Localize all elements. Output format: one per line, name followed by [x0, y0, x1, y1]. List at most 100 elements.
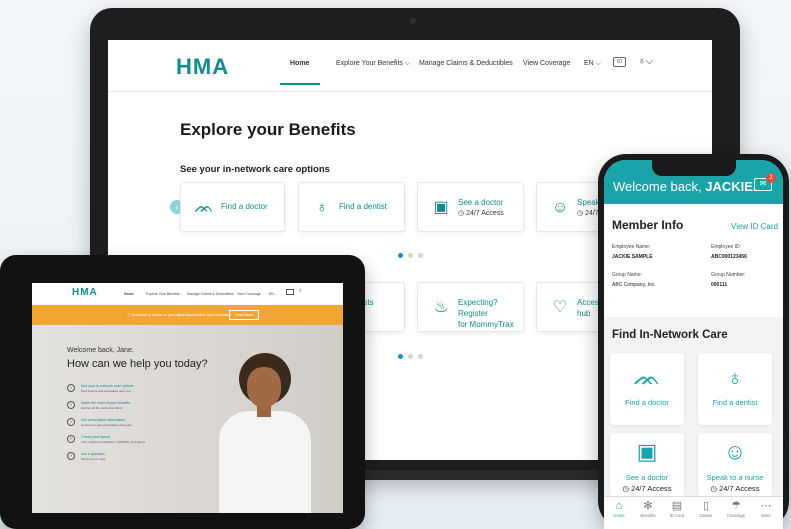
phone-welcome: Welcome back, JACKIE. [613, 179, 757, 194]
phone-card-find-dentist[interactable]: ♁ Find a dentist [698, 353, 772, 425]
clock-icon: ◷ [710, 484, 720, 493]
help-item-title: Get prescription information [81, 418, 126, 422]
nav-language[interactable]: EN ⌵ [269, 292, 278, 296]
card-label: See a doctor [625, 473, 669, 482]
document-icon: ▯ [702, 500, 710, 512]
card-label: Speak to a nurse [706, 473, 764, 482]
nav-view-coverage[interactable]: View Coverage [523, 60, 570, 67]
carousel-dot[interactable] [398, 253, 403, 258]
clock-icon: ◷ [458, 210, 467, 217]
card-mommytrax[interactable]: ♨ Expecting? Register for MommyTrax [417, 282, 524, 332]
help-item-title: Ask a question [81, 452, 105, 456]
section-title: See your in-network care options [180, 164, 330, 175]
tab-benefits[interactable]: ✻ Benefits [634, 500, 662, 518]
camera [410, 18, 416, 24]
tablet-frame: HMA Home Explore Your Benefits ⌵ Manage … [0, 255, 365, 529]
group-number-label: Group Number: [711, 272, 746, 278]
user-icon[interactable]: ♁⌵ [638, 56, 653, 67]
banner-text: ⓘ Download or access to your digital ide… [127, 313, 231, 318]
arrow-right-icon: › [67, 418, 75, 426]
card-label: Find a dentist [712, 398, 758, 407]
hero-person-image [207, 353, 317, 513]
benefits-icon: ✻ [643, 500, 653, 512]
banner-message: Download or access to your digital ident… [131, 313, 232, 317]
hero-face [247, 367, 281, 407]
user-icon[interactable]: ♁ [298, 288, 303, 294]
tab-coverage[interactable]: ☂ Coverage [722, 500, 750, 518]
coverage-icon: ☂ [731, 500, 741, 512]
help-item-sub: Find doctors and specialists near you [81, 389, 131, 393]
hma-logo[interactable]: HMA [72, 287, 98, 298]
card-sub: ◷ 24/7 Access [698, 484, 772, 493]
card-find-doctor[interactable]: ᨏ Find a doctor [180, 182, 285, 232]
card-see-doctor[interactable]: ▣ See a doctor ◷ 24/7 Access [417, 182, 524, 232]
nav-explore-benefits[interactable]: Explore Your Benefits ⌵ [146, 292, 183, 296]
tab-label: Benefits [640, 513, 656, 518]
phone-screen: Welcome back, JACKIE. ✉ 2 Member Info Vi… [604, 160, 783, 529]
group-number-value: 000111 [711, 282, 728, 288]
hero-headline: How can we help you today? [67, 358, 208, 370]
welcome-name: JACKIE. [705, 179, 757, 194]
tab-id-card[interactable]: ▤ ID Card [663, 500, 691, 518]
tablet-navbar: HMA Home Explore Your Benefits ⌵ Manage … [32, 283, 343, 305]
arrow-right-icon: › [67, 384, 75, 392]
stroller-icon: ♨ [433, 299, 449, 316]
nav-manage-claims[interactable]: Manage Claims & Deductibles [419, 60, 513, 67]
more-icon: ⋯ [760, 500, 772, 512]
carousel-dot[interactable] [408, 253, 413, 258]
group-name-label: Group Name: [612, 272, 643, 278]
nav-manage-claims[interactable]: Manage Claims & Deductibles [187, 292, 234, 296]
notification-banner: ⓘ Download or access to your digital ide… [32, 305, 343, 325]
arrow-right-icon: › [67, 452, 75, 460]
nav-explore-benefits[interactable]: Explore Your Benefits ⌵ [336, 60, 410, 68]
member-info-title: Member Info [612, 218, 684, 232]
carousel-dots-1 [398, 245, 428, 258]
carousel-dot[interactable] [418, 354, 423, 359]
nav-active-underline [280, 83, 320, 85]
tab-home[interactable]: ⌂ Home [605, 500, 633, 518]
hma-logo[interactable]: HMA [176, 54, 229, 80]
card-sub-text: 24/7 Access [631, 484, 672, 493]
id-card-icon[interactable]: ID [613, 57, 626, 67]
arrow-right-icon: › [67, 435, 75, 443]
help-item-title: Make the most of your benefits [81, 401, 131, 405]
tab-label: Claims [699, 513, 713, 518]
phone-card-find-doctor[interactable]: ᨏ Find a doctor [610, 353, 684, 425]
nav-language[interactable]: EN ⌵ [584, 60, 601, 68]
card-sub-text: 24/7 Access [466, 210, 504, 217]
phone-card-speak-nurse[interactable]: ☺ Speak to a nurse ◷ 24/7 Access [698, 433, 772, 497]
card-sub-text: 24/7 Access [719, 484, 760, 493]
carousel-dot[interactable] [418, 253, 423, 258]
tablet-icon: ▣ [636, 439, 658, 464]
employee-name-value: JACKIE SAMPLE [612, 254, 653, 260]
id-card-icon[interactable] [286, 289, 294, 295]
carousel-dot[interactable] [408, 354, 413, 359]
clock-icon: ◷ [577, 210, 586, 217]
tab-label: Coverage [726, 513, 746, 518]
card-label: Find a doctor [221, 202, 268, 211]
nav-home[interactable]: Home [124, 292, 134, 296]
card-label: See a doctor [458, 198, 504, 207]
nurse-icon: ☺ [723, 439, 747, 464]
phone-card-see-doctor[interactable]: ▣ See a doctor ◷ 24/7 Access [610, 433, 684, 497]
learn-more-button[interactable]: Learn More [229, 310, 259, 320]
carousel-dot[interactable] [398, 354, 403, 359]
phone-tab-bar: ⌂ Home ✻ Benefits ▤ ID Card ▯ Claims ☂ Covera… [604, 496, 783, 529]
hero-shirt [219, 411, 311, 513]
tab-label: More [761, 513, 771, 518]
tab-more[interactable]: ⋯ More [752, 500, 780, 518]
help-item-sub: View medical deductibles, HSA/FSA, and c… [81, 440, 146, 444]
stethoscope-icon: ᨏ [194, 199, 214, 216]
card-find-dentist[interactable]: ♁ Find a dentist [298, 182, 405, 232]
home-icon: ⌂ [615, 500, 623, 512]
tab-label: Home [613, 513, 625, 518]
member-info-section: Member Info View ID Card Employee Name: … [604, 204, 783, 316]
nav-home[interactable]: Home [290, 60, 309, 67]
tab-label: ID Card [669, 513, 685, 518]
card-sub: ◷ 24/7 Access [610, 484, 684, 493]
nav-view-coverage[interactable]: View Coverage [237, 292, 261, 296]
view-id-card-link[interactable]: View ID Card [731, 222, 778, 231]
tab-claims[interactable]: ▯ Claims [692, 500, 720, 518]
find-care-title: Find In-Network Care [612, 329, 728, 341]
help-item-title: See your in-network care options [81, 384, 134, 388]
